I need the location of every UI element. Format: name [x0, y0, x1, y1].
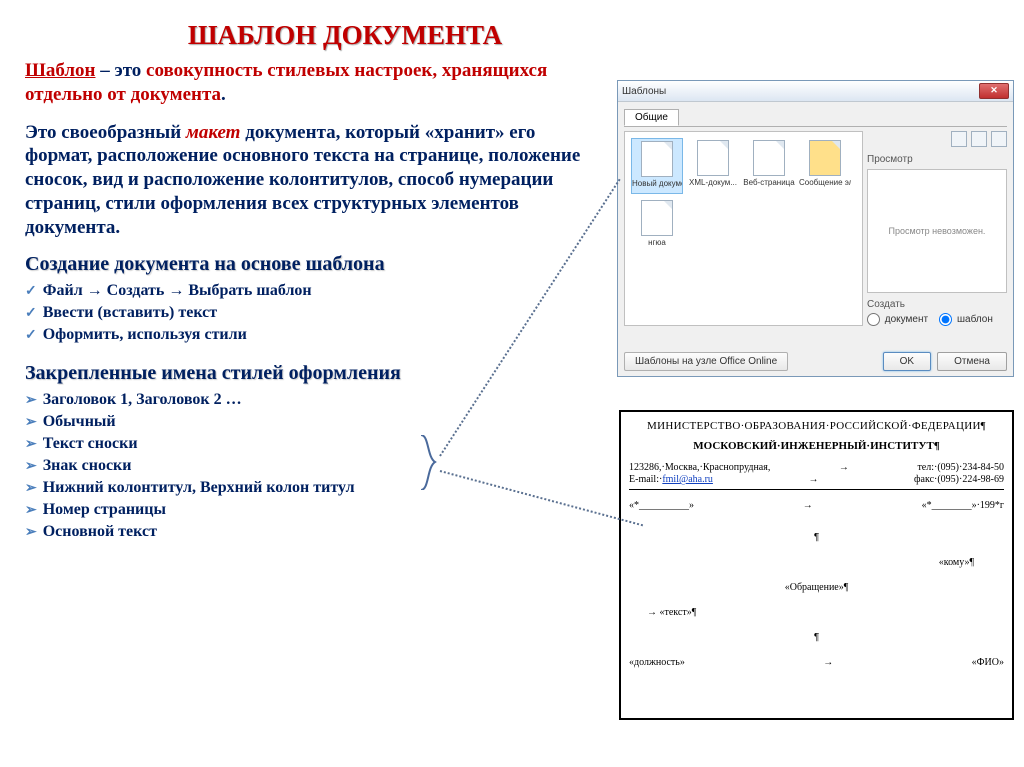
style-item: Номер страницы	[25, 499, 595, 521]
create-label: Создать	[867, 299, 1007, 310]
doc-institute: МОСКОВСКИЙ·ИНЖЕНЕРНЫЙ·ИНСТИТУТ¶	[629, 440, 1004, 452]
doc-date-left: «*__________»	[629, 500, 694, 511]
radio-row: документ шаблон	[867, 313, 1007, 326]
doc-date-right: «*________»·199*г	[922, 500, 1004, 511]
doc-separator	[629, 489, 1004, 490]
template-icon-email[interactable]: Сообщение электронн...	[799, 138, 851, 194]
page-title: ШАБЛОН ДОКУМЕНТА	[125, 20, 565, 51]
step-item: Оформить, используя стили	[25, 324, 595, 346]
style-item: Основной текст	[25, 521, 595, 543]
brace-icon	[419, 435, 437, 490]
office-online-link[interactable]: Шаблоны на узле Office Online	[624, 352, 788, 371]
style-item: Обычный	[25, 411, 595, 433]
doc-obr: «Обращение»¶	[629, 582, 1004, 593]
styles-list: Заголовок 1, Заголовок 2 … Обычный Текст…	[25, 389, 595, 543]
para-maket: Это своеобразный макет документа, которы…	[25, 121, 595, 240]
doc-dolzh: «должность»	[629, 657, 685, 668]
template-icon-xml[interactable]: XML-докум...	[687, 138, 739, 194]
dialog-title: Шаблоны	[622, 86, 979, 97]
preview-box: Просмотр невозможен.	[867, 169, 1007, 293]
close-button[interactable]: ✕	[979, 83, 1009, 99]
radio-template[interactable]: шаблон	[939, 314, 993, 325]
doc-pilcrow1: ¶	[629, 532, 1004, 543]
template-icon-new-doc[interactable]: Новый документ	[631, 138, 683, 194]
view-list-icon[interactable]	[971, 131, 987, 147]
maket-word: макет	[186, 122, 241, 143]
doc-address: 123286,·Москва,·Краснопрудная,	[629, 462, 770, 473]
style-item: Заголовок 1, Заголовок 2 …	[25, 389, 595, 411]
ok-button[interactable]: OK	[883, 352, 931, 371]
template-icon-ngua[interactable]: нгюа	[631, 198, 683, 254]
doc-tel: тел:·(095)·234-84-50	[917, 462, 1004, 473]
preview-label: Просмотр	[867, 154, 1007, 165]
term-shablon: Шаблон	[25, 60, 96, 81]
step-item: Файл → Создать → Выбрать шаблон	[25, 280, 595, 302]
tab-general[interactable]: Общие	[624, 109, 679, 126]
style-item: Знак сноски	[25, 455, 595, 477]
dialog-titlebar: Шаблоны ✕	[618, 81, 1013, 102]
doc-fio: «ФИО»	[972, 657, 1004, 668]
para-definition: Шаблон – это совокупность стилевых настр…	[25, 59, 595, 107]
cancel-button[interactable]: Отмена	[937, 352, 1007, 371]
steps-list: Файл → Создать → Выбрать шаблон Ввести (…	[25, 280, 595, 346]
view-buttons	[867, 131, 1007, 150]
doc-email-label: E-mail:·	[629, 474, 662, 485]
doc-email: fmil@aha.ru	[662, 474, 713, 485]
subhead-styles: Закрепленные имена стилей оформления	[25, 362, 595, 385]
templates-dialog: Шаблоны ✕ Общие Новый документ XML-докум…	[617, 80, 1014, 377]
view-detail-icon[interactable]	[991, 131, 1007, 147]
style-item: Текст сноски	[25, 433, 595, 455]
doc-fax: факс·(095)·224-98-69	[914, 474, 1004, 485]
tab-strip: Общие	[624, 108, 1007, 127]
step-item: Ввести (вставить) текст	[25, 302, 595, 324]
radio-document[interactable]: документ	[867, 314, 928, 325]
doc-komu: «кому»¶	[629, 557, 974, 568]
template-icon-area: Новый документ XML-докум... Веб-страница…	[624, 131, 863, 326]
subhead-creation: Создание документа на основе шаблона	[25, 253, 595, 276]
document-template-preview: МИНИСТЕРСТВО·ОБРАЗОВАНИЯ·РОССИЙСКОЙ·ФЕДЕ…	[619, 410, 1014, 720]
doc-pilcrow2: ¶	[629, 632, 1004, 643]
doc-text: → «текст»¶	[647, 607, 1004, 618]
template-icon-web[interactable]: Веб-страница	[743, 138, 795, 194]
doc-ministry: МИНИСТЕРСТВО·ОБРАЗОВАНИЯ·РОССИЙСКОЙ·ФЕДЕ…	[629, 420, 1004, 432]
view-large-icon[interactable]	[951, 131, 967, 147]
